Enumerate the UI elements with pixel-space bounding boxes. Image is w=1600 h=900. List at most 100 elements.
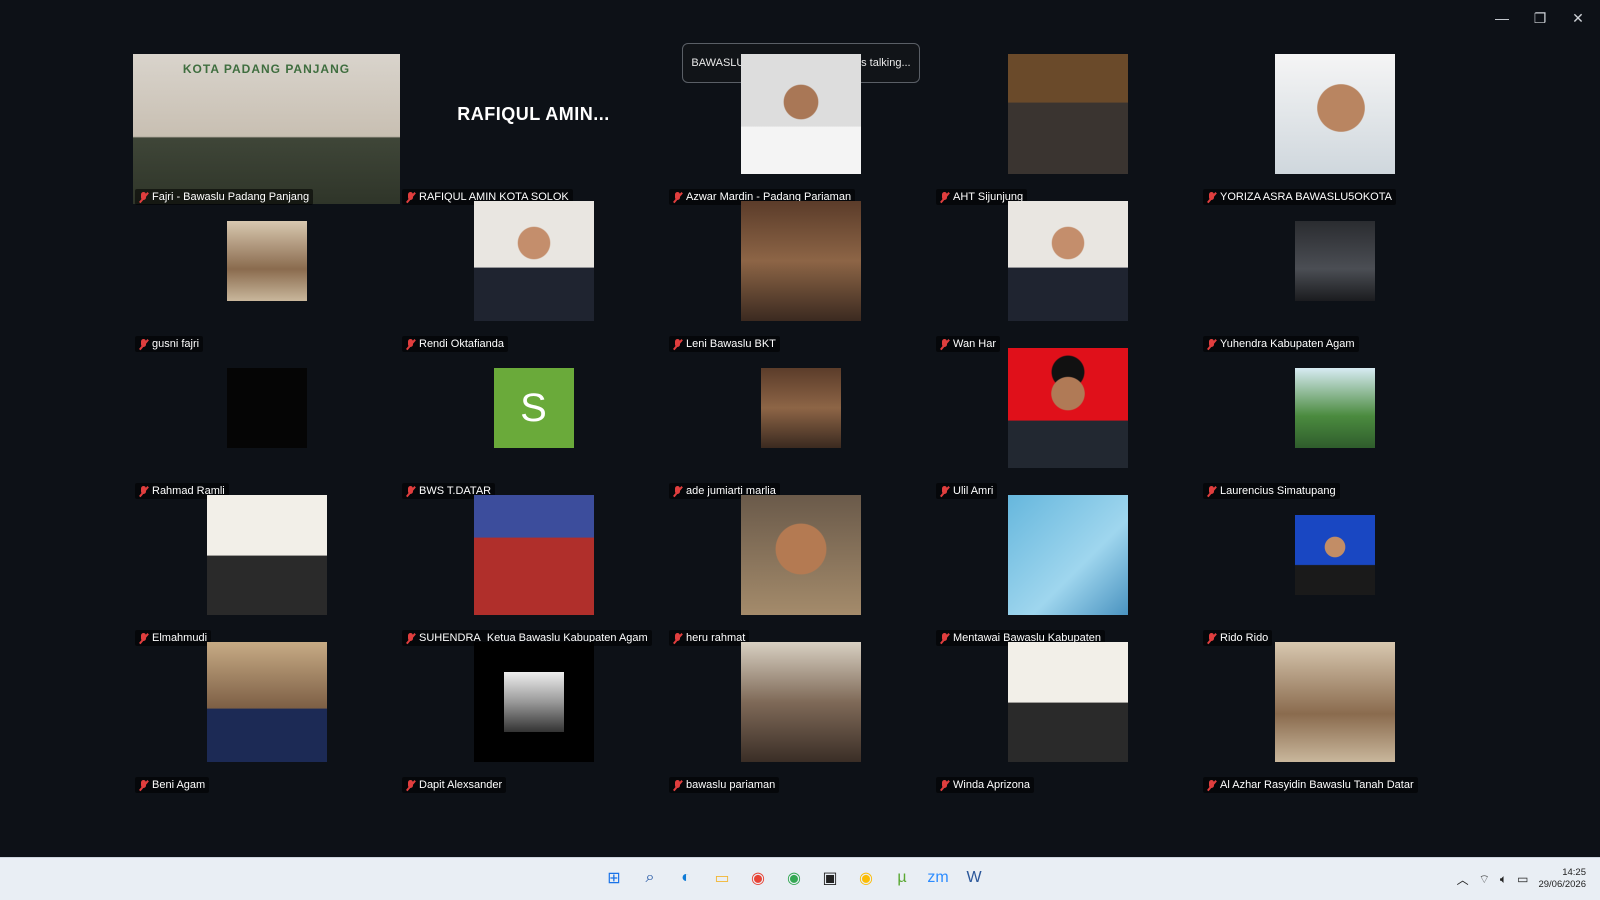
participant-video [1007, 201, 1128, 321]
word-icon[interactable]: W [960, 864, 988, 892]
participant-photo [1007, 642, 1128, 762]
participant-name-bar: Dapit Alexsander [402, 777, 507, 793]
participant-tile[interactable]: gusni fajri [133, 201, 400, 352]
participant-tile[interactable]: SUHENDRA_Ketua Bawaslu Kabupaten Agam [400, 495, 667, 646]
system-tray: ︿ ⌔ 🔈︎ ▭ 14:25 29/06/2026 [1457, 858, 1586, 900]
participant-photo [740, 54, 861, 174]
participant-name: Dapit Alexsander [419, 779, 503, 791]
participant-photo [473, 495, 594, 615]
participant-photo [1007, 495, 1128, 615]
participant-photo [740, 201, 861, 321]
participant-tile[interactable]: KOTA PADANG PANJANG Fajri - Bawaslu Padan… [133, 54, 400, 205]
participant-video [1007, 348, 1128, 468]
participant-name: bawaslu pariaman [686, 779, 776, 791]
participant-tile[interactable]: Leni Bawaslu BKT [667, 201, 934, 352]
participant-tile[interactable]: bawaslu pariaman [667, 642, 934, 793]
participant-tile[interactable]: Beni Agam [133, 642, 400, 793]
participant-video [1007, 54, 1128, 174]
chrome-alt-icon[interactable]: ◉ [852, 864, 880, 892]
participant-tile[interactable]: Rido Rido [1201, 495, 1468, 646]
mic-muted-icon [940, 779, 949, 791]
mic-muted-icon [406, 779, 415, 791]
participant-video [1274, 642, 1395, 762]
participant-photo [740, 495, 861, 615]
participant-name-bar: bawaslu pariaman [669, 777, 780, 793]
utorrent-icon[interactable]: µ [888, 864, 916, 892]
participant-video [473, 642, 594, 762]
participant-photo [226, 221, 307, 301]
participant-display-name: RAFIQUL AMIN... [457, 103, 610, 124]
participant-tile[interactable]: Yuhendra Kabupaten Agam [1201, 201, 1468, 352]
profile-picture [503, 672, 564, 732]
participant-video: KOTA PADANG PANJANG [133, 54, 400, 204]
participant-tile[interactable]: Elmahmudi [133, 495, 400, 646]
chrome-profile-icon[interactable]: ◉ [780, 864, 808, 892]
taskbar-apps: ⊞ ⌕ ◐ ▭ ◉ ◉ ▣ ◉ µ zm W [600, 864, 988, 892]
close-button[interactable]: ✕ [1570, 10, 1586, 26]
participant-photo [1007, 201, 1128, 321]
mic-muted-icon [1207, 779, 1216, 791]
participant-photo [1294, 368, 1375, 448]
participant-video [1007, 495, 1128, 615]
participant-video [760, 368, 841, 448]
participant-photo [1274, 642, 1395, 762]
volume-icon[interactable]: 🔈︎ [1500, 872, 1507, 887]
participant-tile[interactable]: Mentawai Bawaslu Kabupaten [934, 495, 1201, 646]
participant-photo [1007, 348, 1128, 468]
participant-video [206, 642, 327, 762]
zoom-icon[interactable]: zm [924, 864, 952, 892]
participant-tile[interactable]: Azwar Mardin - Padang Pariaman [667, 54, 934, 205]
participant-tile[interactable]: Winda Aprizona [934, 642, 1201, 793]
participant-name-bar: Al Azhar Rasyidin Bawaslu Tanah Datar [1203, 777, 1418, 793]
windows-taskbar: ⊞ ⌕ ◐ ▭ ◉ ◉ ▣ ◉ µ zm W ︿ ⌔ 🔈︎ ▭ 14:25 29/06/2026 [0, 857, 1600, 900]
participant-tile[interactable]: Rendi Oktafianda [400, 201, 667, 352]
participant-tile[interactable]: ade jumiarti marlia [667, 348, 934, 499]
participant-video [473, 201, 594, 321]
mic-muted-icon [673, 779, 682, 791]
participant-photo [473, 642, 594, 762]
participant-tile[interactable]: RAFIQUL AMIN... RAFIQUL AMIN KOTA SOLOK [400, 54, 667, 205]
participant-video [740, 201, 861, 321]
restore-button[interactable]: ❐ [1532, 10, 1548, 26]
file-explorer-icon[interactable]: ▭ [708, 864, 736, 892]
participant-tile[interactable]: Laurencius Simatupang [1201, 348, 1468, 499]
meet-icon[interactable]: ▣ [816, 864, 844, 892]
participant-video [473, 495, 594, 615]
participant-photo [1294, 221, 1375, 301]
participant-tile[interactable]: Rahmad Ramli [133, 348, 400, 499]
participant-video [740, 54, 861, 174]
participant-name: Winda Aprizona [953, 779, 1031, 791]
participant-name-bar: Winda Aprizona [936, 777, 1035, 793]
participant-photo [473, 201, 594, 321]
participant-photo [760, 368, 841, 448]
clock[interactable]: 14:25 29/06/2026 [1538, 867, 1586, 891]
edge-icon[interactable]: ◐ [672, 864, 700, 892]
participant-photo [226, 368, 307, 448]
participant-tile[interactable]: Al Azhar Rasyidin Bawaslu Tanah Datar [1201, 642, 1468, 793]
participant-photo [206, 642, 327, 762]
tray-chevron-icon[interactable]: ︿ [1457, 871, 1469, 888]
participant-tile[interactable]: Wan Har [934, 201, 1201, 352]
participant-video [740, 495, 861, 615]
participant-video [1007, 642, 1128, 762]
battery-icon[interactable]: ▭ [1517, 872, 1528, 886]
background-banner-text: KOTA PADANG PANJANG [182, 62, 351, 76]
minimize-button[interactable]: — [1494, 10, 1510, 26]
search-icon[interactable]: ⌕ [636, 864, 664, 892]
participant-video [226, 368, 307, 448]
clock-time: 14:25 [1562, 867, 1586, 878]
participant-photo [1274, 54, 1395, 174]
windows-start-icon[interactable]: ⊞ [600, 864, 628, 892]
participant-name-bar: Beni Agam [135, 777, 210, 793]
participant-tile[interactable]: Dapit Alexsander [400, 642, 667, 793]
participant-tile[interactable]: heru rahmat [667, 495, 934, 646]
participant-video [740, 642, 861, 762]
participant-tile[interactable]: Ulil Amri [934, 348, 1201, 499]
avatar-initial: S [493, 368, 574, 448]
participant-photo [1294, 515, 1375, 595]
participant-tile[interactable]: S BWS T.DATAR [400, 348, 667, 499]
participant-tile[interactable]: AHT Sijunjung [934, 54, 1201, 205]
participant-tile[interactable]: YORIZA ASRA BAWASLU5OKOTA [1201, 54, 1468, 205]
network-icon[interactable]: ⌔ [1479, 872, 1490, 887]
chrome-icon[interactable]: ◉ [744, 864, 772, 892]
